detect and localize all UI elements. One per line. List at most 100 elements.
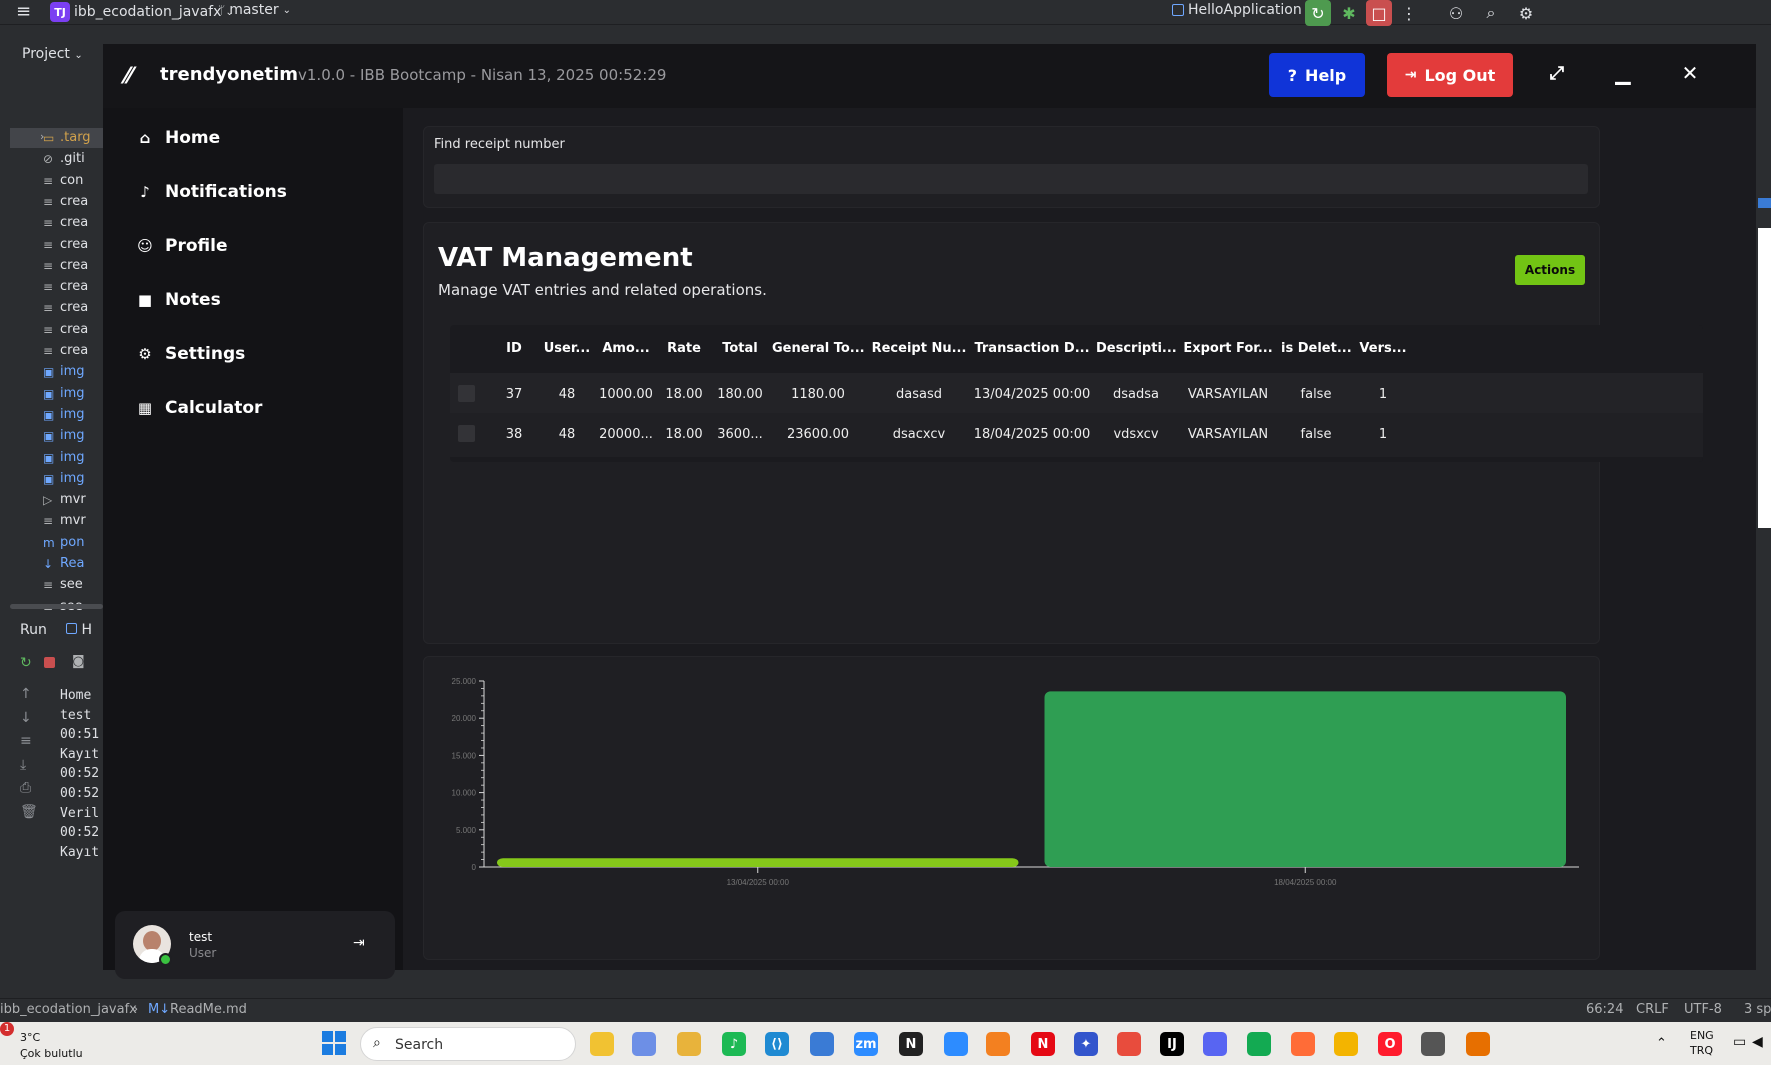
- column-header[interactable]: Amo...: [598, 325, 654, 373]
- language-bottom[interactable]: TRQ: [1690, 1044, 1713, 1057]
- mongodb-icon[interactable]: [1247, 1032, 1271, 1056]
- column-header[interactable]: ID: [494, 325, 534, 373]
- tree-item[interactable]: ≡ see: [43, 577, 83, 592]
- sidebar-item-calculator[interactable]: ▦ Calculator: [137, 398, 263, 418]
- rerun-icon[interactable]: ↻: [1305, 0, 1331, 26]
- column-header[interactable]: is Delet...: [1281, 325, 1352, 373]
- debug-icon[interactable]: ✱: [1336, 0, 1362, 26]
- arrow-up-icon[interactable]: ↑: [20, 686, 32, 702]
- volume-icon[interactable]: ◀: [1752, 1034, 1763, 1050]
- tree-item[interactable]: ≡ crea: [43, 322, 88, 337]
- tree-item[interactable]: ▣ img: [43, 471, 85, 486]
- column-header[interactable]: General To...: [772, 325, 865, 373]
- language-top[interactable]: ENG: [1690, 1029, 1714, 1042]
- tree-item[interactable]: ≡ crea: [43, 343, 88, 358]
- column-header[interactable]: Vers...: [1358, 325, 1408, 373]
- stop-icon[interactable]: □: [1366, 0, 1392, 26]
- cursor-position[interactable]: 66:24: [1586, 1002, 1623, 1017]
- fullscreen-icon[interactable]: ⤢: [1542, 58, 1572, 88]
- tree-item[interactable]: ≡ crea: [43, 237, 88, 252]
- column-header[interactable]: Receipt Nu...: [871, 325, 967, 373]
- search-icon[interactable]: ⌕: [1478, 0, 1504, 26]
- trash-icon[interactable]: 🗑: [20, 804, 38, 820]
- row-checkbox[interactable]: [458, 425, 475, 442]
- close-icon[interactable]: ✕: [1675, 58, 1705, 88]
- display-icon[interactable]: ▭: [1733, 1034, 1746, 1050]
- app-grid-icon[interactable]: [1117, 1032, 1141, 1056]
- tree-item[interactable]: ▣ img: [43, 386, 85, 401]
- tree-item[interactable]: ▭ .targ: [43, 130, 91, 145]
- tree-item[interactable]: ≡ crea: [43, 215, 88, 230]
- tree-item[interactable]: m pon: [43, 535, 84, 550]
- project-selector[interactable]: TJ ibb_ecodation_javafx ⌄: [50, 2, 234, 22]
- cloudflare-icon[interactable]: [986, 1032, 1010, 1056]
- tree-item[interactable]: ⊘ .giti: [43, 151, 85, 166]
- table-row[interactable]: 38 48 20000... 18.00 3600... 23600.00 dsacxcv 1…: [450, 413, 1703, 457]
- file-encoding[interactable]: UTF-8: [1684, 1002, 1722, 1017]
- more-options-icon[interactable]: ⋮: [1396, 0, 1422, 26]
- tree-item[interactable]: ≡ crea: [43, 300, 88, 315]
- wrap-icon[interactable]: ≡: [20, 733, 32, 749]
- minimize-icon[interactable]: ▁: [1608, 58, 1638, 88]
- postman-icon[interactable]: [1291, 1032, 1315, 1056]
- tree-item[interactable]: ≡ crea: [43, 258, 88, 273]
- opera-icon[interactable]: O: [1378, 1032, 1402, 1056]
- discord-icon[interactable]: [1203, 1032, 1227, 1056]
- tree-item[interactable]: ≡ mvr: [43, 513, 86, 528]
- settings-gear-icon[interactable]: ⚙: [1513, 0, 1539, 26]
- tree-item[interactable]: ▣ img: [43, 450, 85, 465]
- tree-item[interactable]: ▣ img: [43, 428, 85, 443]
- tree-item[interactable]: ▷ mvr: [43, 492, 86, 507]
- tree-item[interactable]: ≡ crea: [43, 279, 88, 294]
- weather-desc[interactable]: Çok bulutlu: [20, 1047, 83, 1060]
- arrow-down-icon[interactable]: ↓: [20, 710, 32, 726]
- tree-item[interactable]: ≡ con: [43, 173, 83, 188]
- project-panel-title[interactable]: Project ⌄: [22, 46, 83, 62]
- sidebar-item-settings[interactable]: ⚙ Settings: [137, 344, 245, 364]
- print-icon[interactable]: ⎙: [20, 780, 31, 796]
- column-header[interactable]: Descripti...: [1096, 325, 1177, 373]
- paint-icon[interactable]: [1334, 1032, 1358, 1056]
- sidebar-item-home[interactable]: ⌂ Home: [137, 128, 221, 148]
- weather-temp[interactable]: 3°C: [20, 1031, 40, 1044]
- column-header[interactable]: Export For...: [1183, 325, 1273, 373]
- breadcrumb-project[interactable]: ibb_ecodation_javafx: [0, 1002, 137, 1017]
- run-tab[interactable]: Run: [20, 622, 47, 638]
- actions-button[interactable]: Actions: [1515, 255, 1585, 285]
- column-header[interactable]: User...: [539, 325, 595, 373]
- notion-icon[interactable]: N: [899, 1032, 923, 1056]
- help-button[interactable]: ? Help: [1269, 53, 1365, 97]
- add-user-icon[interactable]: ⚇: [1443, 0, 1469, 26]
- stop-icon[interactable]: [44, 657, 55, 668]
- row-checkbox[interactable]: [458, 385, 475, 402]
- column-header[interactable]: Rate: [661, 325, 707, 373]
- tree-item[interactable]: ↓ Rea: [43, 556, 84, 571]
- vscode-icon[interactable]: ⟨⟩: [765, 1032, 789, 1056]
- file-explorer-icon[interactable]: [590, 1032, 614, 1056]
- copilot-icon[interactable]: [632, 1032, 656, 1056]
- sidebar-item-notes[interactable]: ■ Notes: [137, 290, 221, 310]
- zoom-icon[interactable]: zm: [854, 1032, 878, 1056]
- chevron-right-icon[interactable]: ›: [40, 130, 44, 143]
- onedrive-icon[interactable]: [944, 1032, 968, 1056]
- column-header[interactable]: Transaction D...: [972, 325, 1092, 373]
- sidebar-item-notifications[interactable]: ♪ Notifications: [137, 182, 287, 202]
- camera-icon[interactable]: ◙: [72, 654, 85, 669]
- sidebar-item-profile[interactable]: ☺ Profile: [137, 236, 227, 256]
- hamburger-menu-icon[interactable]: ≡: [16, 1, 31, 22]
- breadcrumb-file[interactable]: ReadMe.md: [170, 1002, 247, 1017]
- chevron-up-icon[interactable]: ⌃: [1656, 1036, 1667, 1051]
- taskbar-search[interactable]: ⌕ Search: [360, 1027, 576, 1061]
- find-receipt-input[interactable]: [434, 164, 1588, 194]
- java-icon[interactable]: [1466, 1032, 1490, 1056]
- netflix-icon[interactable]: N: [1031, 1032, 1055, 1056]
- indent-setting[interactable]: 3 sp: [1744, 1002, 1771, 1017]
- scroll-end-icon[interactable]: ⤓: [20, 757, 26, 773]
- spotify-icon[interactable]: ♪: [722, 1032, 746, 1056]
- tree-item[interactable]: ≡ crea: [43, 194, 88, 209]
- sign-out-icon[interactable]: ⇥: [353, 935, 365, 951]
- printer-icon[interactable]: [1421, 1032, 1445, 1056]
- column-header[interactable]: Total: [715, 325, 765, 373]
- tree-item[interactable]: ▣ img: [43, 407, 85, 422]
- rerun-icon[interactable]: ↻: [20, 655, 32, 671]
